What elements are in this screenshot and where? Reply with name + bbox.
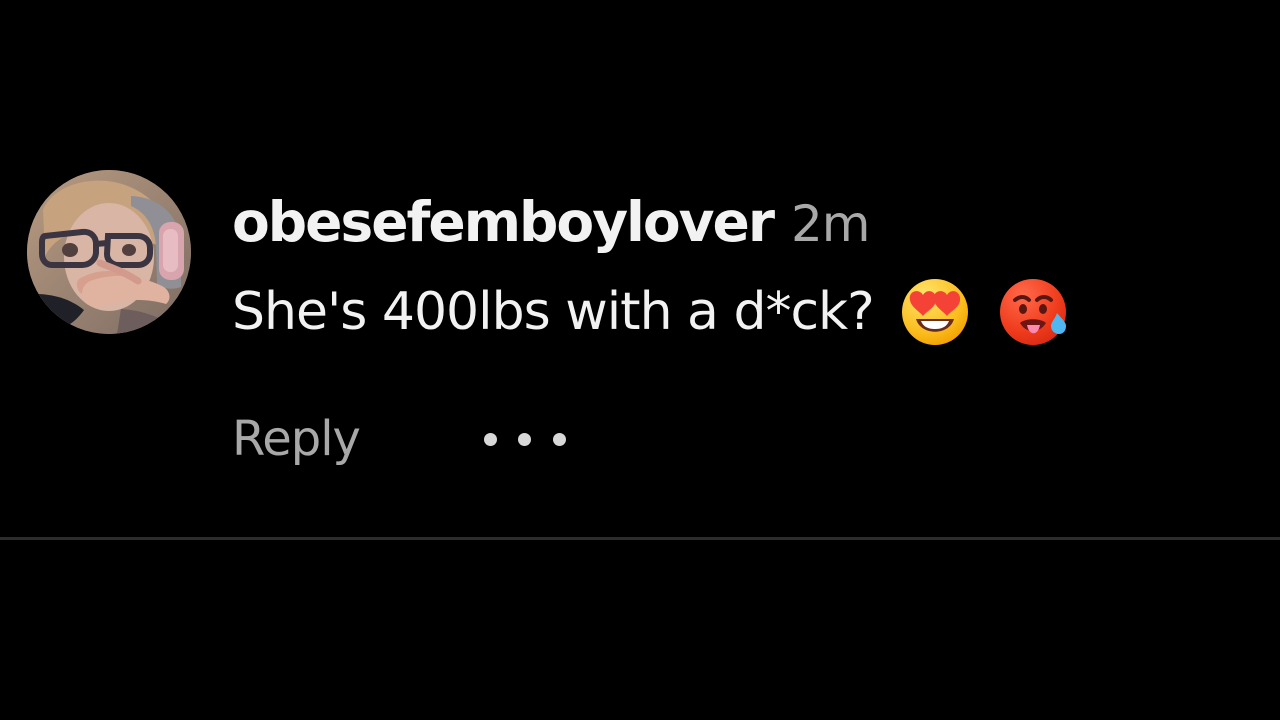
reply-button[interactable]: Reply bbox=[232, 411, 361, 467]
heart-eyes-emoji-icon bbox=[898, 275, 972, 349]
hot-face-emoji-icon bbox=[996, 275, 1070, 349]
avatar-image bbox=[27, 170, 191, 334]
comment-text: She's 400lbs with a d*ck? bbox=[232, 282, 875, 342]
dot-icon bbox=[518, 432, 532, 446]
divider bbox=[0, 537, 1280, 540]
timestamp: 2m bbox=[790, 195, 871, 253]
dot-icon bbox=[552, 432, 566, 446]
comment-body: She's 400lbs with a d*ck? bbox=[232, 276, 1070, 348]
avatar[interactable] bbox=[27, 170, 191, 334]
more-options-icon[interactable] bbox=[483, 429, 566, 449]
username[interactable]: obesefemboylover bbox=[232, 190, 775, 254]
comment-header: obesefemboylover 2m bbox=[232, 190, 870, 254]
dot-icon bbox=[483, 432, 497, 446]
comment-item: obesefemboylover 2m She's 400lbs with a … bbox=[0, 0, 1280, 540]
comment-actions: Reply bbox=[232, 408, 566, 470]
